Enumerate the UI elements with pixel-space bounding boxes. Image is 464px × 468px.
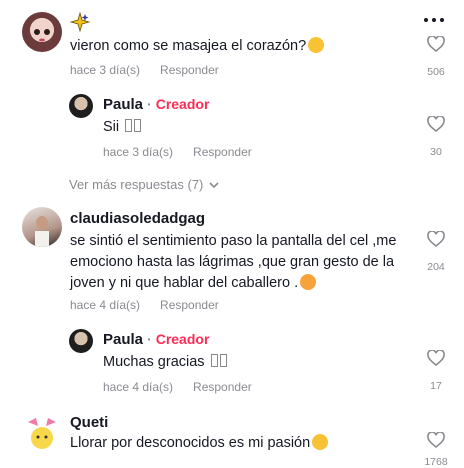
username[interactable]: Queti: [70, 414, 108, 431]
like-count: 1768: [424, 456, 448, 468]
creator-badge: Creador: [155, 331, 210, 347]
avatar[interactable]: [22, 12, 62, 52]
reply-button[interactable]: Responder: [160, 63, 219, 77]
chevron-down-icon: [209, 181, 219, 188]
reply-button[interactable]: Responder: [160, 298, 219, 312]
like-button[interactable]: 17: [418, 350, 454, 392]
comment-time: hace 4 día(s): [103, 380, 174, 394]
comment-time: hace 3 día(s): [70, 63, 141, 77]
view-more-label: Ver más respuestas (7): [69, 177, 204, 192]
comment-meta: hace 4 día(s) Responder: [103, 380, 252, 394]
like-count: 17: [430, 380, 442, 392]
reply-author: Paula · Creador: [103, 331, 210, 348]
sparkle-username-icon[interactable]: [69, 11, 91, 36]
heart-icon: [427, 432, 445, 448]
like-count: 506: [427, 66, 445, 78]
like-button[interactable]: 506: [418, 36, 454, 78]
heart-icon: [427, 231, 445, 247]
pensive-emoji-icon: [312, 434, 329, 450]
comment-meta: hace 3 día(s) Responder: [103, 145, 252, 159]
pensive-emoji-icon: [308, 37, 325, 53]
avatar[interactable]: [69, 329, 93, 353]
heart-icon: [427, 350, 445, 366]
heart-icon: [427, 36, 445, 52]
comment-time: hace 4 día(s): [70, 298, 141, 312]
reply-author: Paula · Creador: [103, 96, 210, 113]
avatar[interactable]: [69, 94, 93, 118]
reply-button[interactable]: Responder: [193, 380, 252, 394]
reply-button[interactable]: Responder: [193, 145, 252, 159]
heart-icon: [427, 116, 445, 132]
comment-text: vieron como se masajea el corazón?: [70, 36, 325, 57]
like-count: 30: [430, 146, 442, 158]
comment-meta: hace 4 día(s) Responder: [70, 298, 219, 312]
like-button[interactable]: 30: [418, 116, 454, 158]
like-button[interactable]: 1768: [418, 432, 454, 468]
username[interactable]: Paula: [103, 96, 143, 113]
comment-text: Llorar por desconocidos es mi pasión: [70, 433, 329, 454]
creator-badge: Creador: [155, 96, 210, 112]
more-options-icon[interactable]: [424, 16, 448, 24]
avatar[interactable]: [22, 207, 62, 247]
smiling-emoji-icon: [300, 274, 317, 290]
username[interactable]: claudiasoledadgag: [70, 210, 205, 227]
comment-text: Muchas gracias: [103, 352, 227, 373]
comment-text: se sintió el sentimiento paso la pantall…: [70, 233, 397, 291]
comment-time: hace 3 día(s): [103, 145, 174, 159]
avatar[interactable]: [22, 412, 62, 452]
like-button[interactable]: 204: [418, 231, 454, 273]
view-more-replies[interactable]: Ver más respuestas (7): [69, 177, 219, 192]
like-count: 204: [427, 261, 445, 273]
comment-text: Sii: [103, 117, 142, 138]
username[interactable]: Paula: [103, 331, 143, 348]
comment-meta: hace 3 día(s) Responder: [70, 63, 219, 77]
